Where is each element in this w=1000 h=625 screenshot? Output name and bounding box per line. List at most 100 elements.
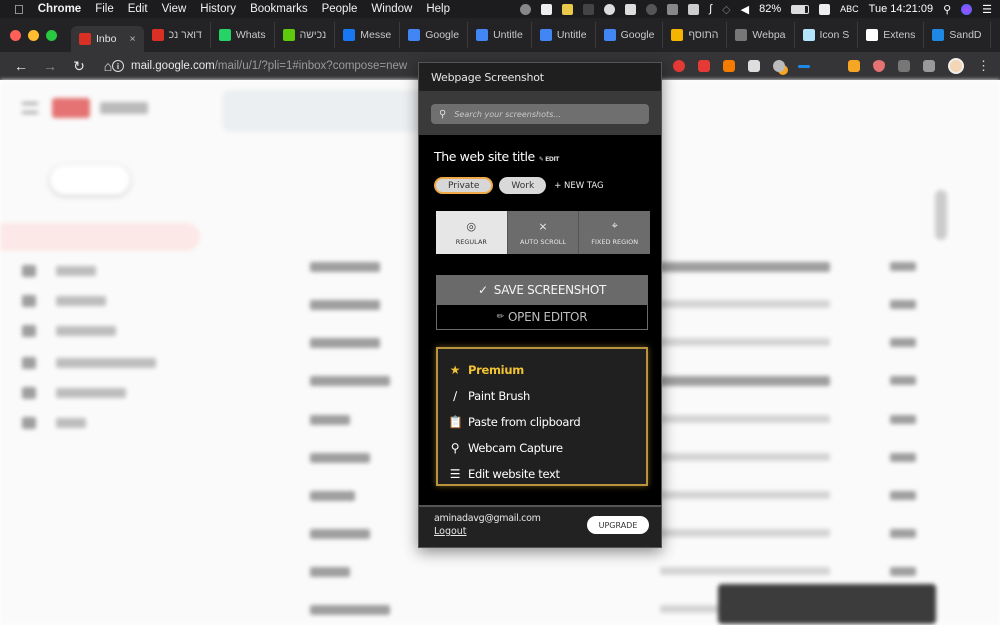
edit-title-button[interactable]: ✎ EDIT bbox=[539, 156, 560, 163]
menu-bookmarks[interactable]: Bookmarks bbox=[250, 3, 308, 15]
browser-tab[interactable]: נכישה bbox=[275, 22, 336, 48]
spotlight-tool-icon[interactable] bbox=[520, 3, 532, 15]
reload-button[interactable]: ↻ bbox=[71, 58, 87, 75]
premium-item-paint-brush[interactable]: ∕ Paint Brush bbox=[448, 383, 646, 409]
browser-tab[interactable]: SandD bbox=[924, 22, 991, 48]
new-tag-button[interactable]: + NEW TAG bbox=[554, 181, 603, 191]
menu-window[interactable]: Window bbox=[371, 3, 412, 15]
sidebar-label-placeholder[interactable] bbox=[22, 265, 172, 277]
menu-history[interactable]: History bbox=[200, 3, 236, 15]
tray-app-icon[interactable] bbox=[583, 3, 595, 15]
menu-people[interactable]: People bbox=[322, 3, 358, 15]
extension-icons: ⋮ bbox=[673, 52, 990, 80]
browser-tab[interactable]: Google bbox=[596, 22, 664, 48]
extension-icon[interactable] bbox=[698, 60, 710, 72]
extension-icon[interactable] bbox=[723, 60, 735, 72]
webpage-screenshot-extension-icon[interactable] bbox=[773, 60, 785, 72]
cloud-icon[interactable] bbox=[604, 3, 616, 15]
back-button[interactable]: ← bbox=[13, 58, 29, 74]
compose-button[interactable] bbox=[50, 165, 130, 195]
screenshot-search-input[interactable]: ⚲ Search your screenshots... bbox=[431, 104, 649, 124]
sand-icon bbox=[932, 29, 945, 41]
wifi-icon[interactable]: ◇ bbox=[722, 3, 730, 16]
shield-extension-icon[interactable] bbox=[873, 60, 885, 72]
sidebar-label-placeholder[interactable] bbox=[22, 325, 172, 337]
tag-work[interactable]: Work bbox=[499, 177, 547, 194]
chrome-menu-icon[interactable]: ⋮ bbox=[977, 58, 990, 74]
menu-edit[interactable]: Edit bbox=[128, 3, 148, 15]
upgrade-button[interactable]: UPGRADE bbox=[587, 516, 649, 534]
input-source-icon[interactable] bbox=[819, 3, 831, 15]
close-tab-icon[interactable]: × bbox=[129, 33, 135, 45]
site-title[interactable]: The web site title bbox=[434, 149, 535, 164]
minimize-window-button[interactable] bbox=[28, 29, 39, 41]
mode-fixed-region[interactable]: ⌖ FIXED REGION bbox=[579, 211, 651, 254]
browser-tab[interactable]: Untitle bbox=[532, 22, 596, 48]
label-icon bbox=[22, 295, 36, 307]
premium-item-webcam[interactable]: ⚲ Webcam Capture bbox=[448, 435, 646, 461]
apple-icon[interactable]:  bbox=[14, 2, 24, 17]
extension-icon[interactable] bbox=[898, 60, 910, 72]
browser-tab[interactable]: Webpa bbox=[727, 22, 795, 48]
google-slides-icon bbox=[671, 29, 684, 41]
extension-icon[interactable] bbox=[798, 64, 810, 68]
profile-avatar[interactable] bbox=[948, 58, 964, 74]
main-menu-icon[interactable] bbox=[22, 102, 38, 114]
bluetooth-icon[interactable]: ∫ bbox=[709, 3, 712, 15]
tag-private[interactable]: Private bbox=[434, 177, 494, 194]
browser-tab[interactable]: דואר נכ bbox=[144, 22, 211, 48]
clock[interactable]: Tue 14:21:09 bbox=[869, 3, 933, 15]
menu-app-name[interactable]: Chrome bbox=[38, 3, 81, 15]
date-placeholder bbox=[890, 491, 916, 500]
extension-icon[interactable] bbox=[848, 60, 860, 72]
mode-regular[interactable]: ◎ REGULAR bbox=[436, 211, 508, 254]
notification-center-icon[interactable]: ☰ bbox=[982, 3, 992, 16]
close-window-button[interactable] bbox=[10, 29, 21, 41]
scrollbar-thumb[interactable] bbox=[935, 190, 947, 240]
browser-tab[interactable]: Whats bbox=[211, 22, 275, 48]
forward-button[interactable]: → bbox=[42, 58, 58, 74]
teapot-icon[interactable] bbox=[625, 3, 637, 15]
site-info-icon[interactable]: i bbox=[112, 60, 124, 72]
sender-placeholder bbox=[310, 453, 370, 463]
extension-icon[interactable] bbox=[748, 60, 760, 72]
open-editor-button[interactable]: ✏ OPEN EDITOR bbox=[436, 304, 648, 330]
search-icon[interactable]: ⚲ bbox=[943, 3, 951, 16]
sidebar-label-placeholder[interactable] bbox=[22, 417, 172, 429]
shield-tray-icon[interactable] bbox=[562, 3, 574, 15]
shield-icon[interactable] bbox=[688, 3, 700, 15]
label-icon bbox=[22, 387, 36, 399]
browser-tab[interactable]: התוסף bbox=[663, 22, 728, 48]
browser-tab[interactable]: Google bbox=[400, 22, 469, 48]
tab-title: התוסף bbox=[688, 29, 719, 41]
star-icon: ★ bbox=[449, 363, 461, 377]
sidebar-label-placeholder[interactable] bbox=[22, 295, 172, 307]
address-bar[interactable]: i mail.google.com/mail/u/1/?pli=1#inbox?… bbox=[112, 55, 417, 77]
siri-icon[interactable] bbox=[961, 3, 973, 15]
menu-view[interactable]: View bbox=[162, 3, 187, 15]
maximize-window-button[interactable] bbox=[46, 29, 57, 41]
sidebar-label-placeholder[interactable] bbox=[22, 387, 172, 399]
premium-item-paste-clipboard[interactable]: 📋 Paste from clipboard bbox=[448, 409, 646, 435]
sidebar-item-inbox[interactable] bbox=[0, 223, 200, 251]
browser-tab[interactable]: Untitle bbox=[468, 22, 532, 48]
sidebar-label-placeholder[interactable] bbox=[22, 357, 172, 369]
extension-icon[interactable] bbox=[923, 60, 935, 72]
browser-tab[interactable]: Messe bbox=[335, 22, 401, 48]
tray-app-icon[interactable] bbox=[541, 3, 553, 15]
extension-icon[interactable] bbox=[673, 60, 685, 72]
save-screenshot-button[interactable]: ✓ SAVE SCREENSHOT bbox=[436, 275, 648, 304]
search-placeholder: Search your screenshots... bbox=[454, 109, 561, 119]
mode-auto-scroll[interactable]: ⨯ AUTO SCROLL bbox=[507, 211, 580, 254]
moon-icon[interactable] bbox=[646, 3, 658, 15]
browser-tab[interactable]: Extens bbox=[858, 22, 925, 48]
menu-help[interactable]: Help bbox=[426, 3, 450, 15]
premium-item-edit-text[interactable]: ☰ Edit website text bbox=[448, 461, 646, 487]
browser-tab[interactable]: Icon S bbox=[795, 22, 859, 48]
volume-icon[interactable]: ◀ bbox=[741, 3, 749, 16]
tray-app-icon[interactable] bbox=[667, 3, 679, 15]
menu-file[interactable]: File bbox=[95, 3, 114, 15]
input-source-label[interactable]: ABC bbox=[840, 4, 859, 14]
browser-tab[interactable]: Inbo × bbox=[71, 26, 144, 52]
battery-percent[interactable]: 82% bbox=[759, 3, 781, 15]
